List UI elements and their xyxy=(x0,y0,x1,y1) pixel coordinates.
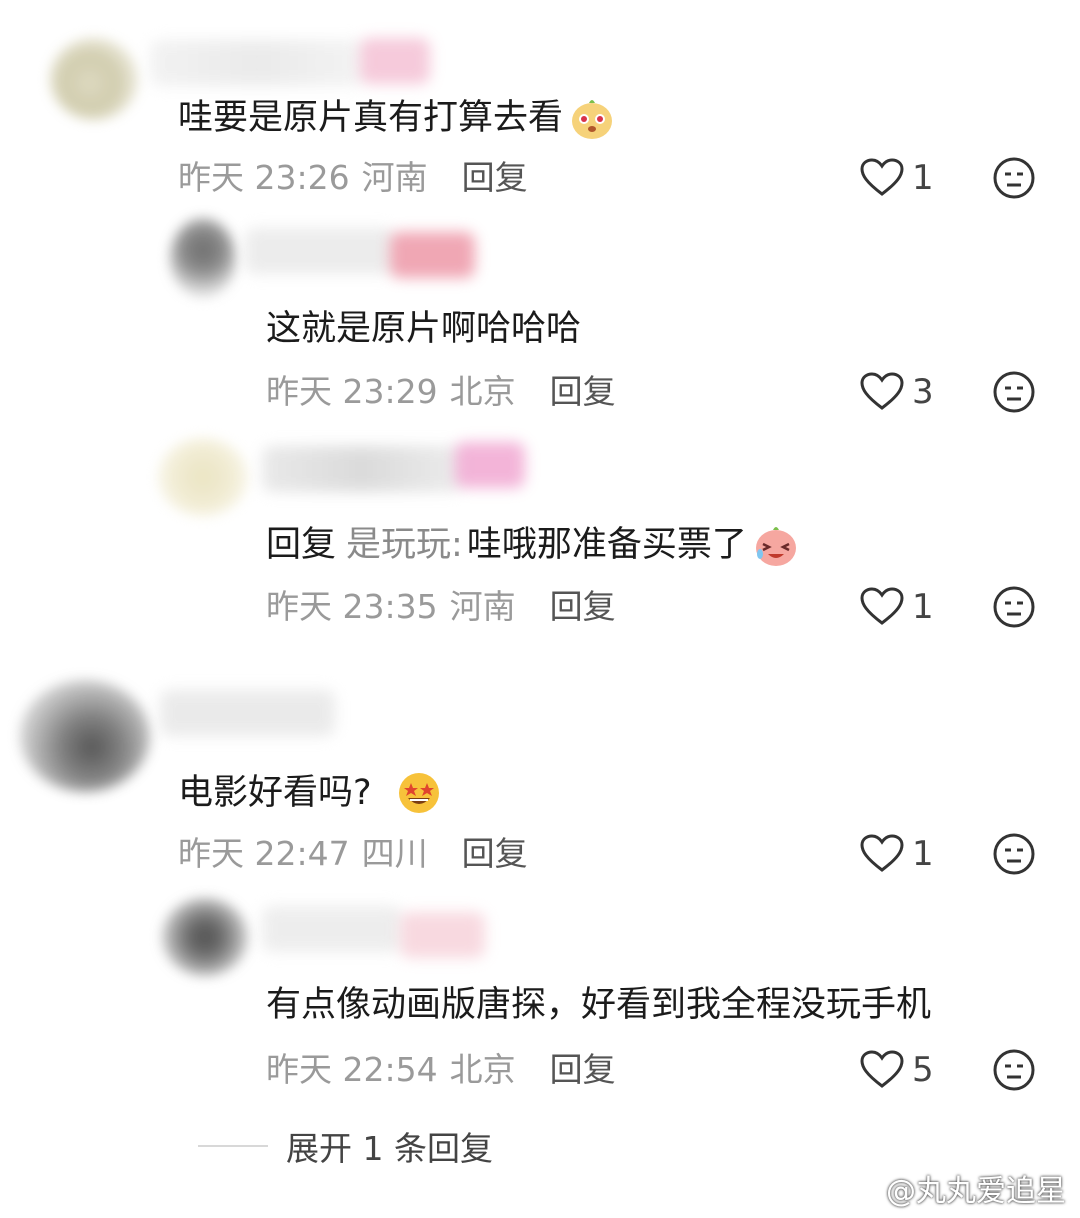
badge-blurred xyxy=(400,912,485,958)
avatar[interactable] xyxy=(20,680,150,792)
comment-meta: 昨天 23:35 河南 回复 xyxy=(266,587,616,627)
laughing-crying-peach-emoji xyxy=(755,527,796,566)
comment-meta: 昨天 22:47 四川 回复 xyxy=(178,834,528,874)
like-button[interactable]: 1 xyxy=(860,587,934,627)
reply-target-username[interactable]: 是玩玩: xyxy=(346,523,463,567)
badge-blurred xyxy=(390,232,475,278)
comment-text: 这就是原片啊哈哈哈 xyxy=(266,309,582,349)
heart-icon xyxy=(860,587,904,625)
timestamp: 昨天 23:26 xyxy=(178,158,350,197)
like-count: 1 xyxy=(912,158,934,198)
region: 四川 xyxy=(361,834,428,873)
reply-button[interactable]: 回复 xyxy=(550,1050,616,1090)
dislike-face-icon[interactable] xyxy=(992,370,1036,414)
dislike-face-icon[interactable] xyxy=(992,585,1036,629)
like-count: 3 xyxy=(912,372,934,412)
region: 河南 xyxy=(449,587,516,626)
username-blurred[interactable] xyxy=(262,446,462,492)
username-blurred[interactable] xyxy=(160,690,335,736)
badge-blurred xyxy=(455,442,525,488)
reply-button[interactable]: 回复 xyxy=(550,372,616,412)
timestamp: 昨天 22:54 xyxy=(266,1050,438,1089)
timestamp: 昨天 23:29 xyxy=(266,372,438,411)
comment-meta: 昨天 23:29 北京 回复 xyxy=(266,372,616,412)
weibo-logo-icon xyxy=(846,1176,879,1202)
avatar[interactable] xyxy=(170,218,236,298)
heart-icon xyxy=(860,834,904,872)
like-button[interactable]: 3 xyxy=(860,372,934,412)
region: 北京 xyxy=(449,372,516,411)
reply-prefix: 回复 xyxy=(266,525,337,565)
avatar[interactable] xyxy=(158,438,248,516)
heart-icon xyxy=(860,158,904,196)
dislike-face-icon[interactable] xyxy=(992,1048,1036,1092)
comment-text: 哇要是原片真有打算去看 xyxy=(178,95,615,141)
reply-button[interactable]: 回复 xyxy=(462,158,528,198)
username-blurred[interactable] xyxy=(245,228,395,274)
watermark-text: @丸丸爱追星 xyxy=(886,1174,1066,1209)
region: 北京 xyxy=(449,1050,516,1089)
watermark: @丸丸爱追星 xyxy=(846,1166,1066,1210)
heart-icon xyxy=(860,372,904,410)
expand-replies-label: 展开 1 条回复 xyxy=(286,1129,493,1168)
like-button[interactable]: 5 xyxy=(860,1050,934,1090)
avatar[interactable] xyxy=(162,898,248,976)
region: 河南 xyxy=(361,158,428,197)
badge-blurred xyxy=(360,38,430,84)
comment-meta: 昨天 22:54 北京 回复 xyxy=(266,1050,616,1090)
comment-meta: 昨天 23:26 河南 回复 xyxy=(178,158,528,198)
reply-button[interactable]: 回复 xyxy=(462,834,528,874)
timestamp: 昨天 22:47 xyxy=(178,834,350,873)
heart-icon xyxy=(860,1050,904,1088)
dislike-face-icon[interactable] xyxy=(992,156,1036,200)
comment-text: 电影好看吗? xyxy=(178,770,442,816)
reply-button[interactable]: 回复 xyxy=(550,587,616,627)
username-blurred[interactable] xyxy=(150,40,365,86)
timestamp: 昨天 23:35 xyxy=(266,587,438,626)
like-button[interactable]: 1 xyxy=(860,834,934,874)
avatar[interactable] xyxy=(50,38,138,120)
like-count: 1 xyxy=(912,834,934,874)
divider xyxy=(198,1145,268,1147)
dumpling-face-emoji xyxy=(572,100,613,139)
star-struck-emoji xyxy=(398,773,439,813)
expand-replies-button[interactable]: 展开 1 条回复 xyxy=(198,1122,493,1170)
username-blurred[interactable] xyxy=(262,906,402,952)
comment-text: 有点像动画版唐探，好看到我全程没玩手机 xyxy=(266,985,932,1025)
dislike-face-icon[interactable] xyxy=(992,832,1036,876)
like-count: 5 xyxy=(912,1050,934,1090)
comment-text: 回复 是玩玩: 哇哦那准备买票了 xyxy=(266,522,799,568)
like-button[interactable]: 1 xyxy=(860,158,934,198)
like-count: 1 xyxy=(912,587,934,627)
